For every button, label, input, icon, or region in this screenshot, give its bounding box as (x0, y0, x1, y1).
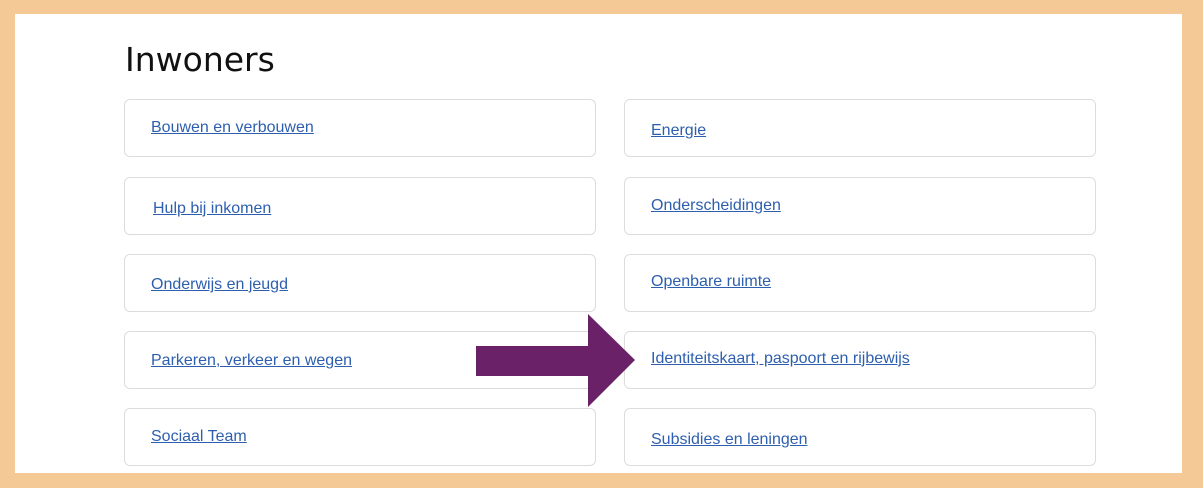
category-link[interactable]: Onderscheidingen (651, 197, 781, 215)
category-link[interactable]: Bouwen en verbouwen (151, 119, 314, 137)
category-card-energie[interactable]: Energie (624, 99, 1096, 157)
category-card-hulp-bij-inkomen[interactable]: Hulp bij inkomen (124, 177, 596, 235)
category-link[interactable]: Sociaal Team (151, 428, 247, 446)
category-card-sociaal-team[interactable]: Sociaal Team (124, 408, 596, 466)
category-card-identiteitskaart[interactable]: Identiteitskaart, paspoort en rijbewijs (624, 331, 1096, 389)
page-title: Inwoners (125, 40, 275, 79)
arrow-right-icon (476, 314, 635, 407)
category-link[interactable]: Openbare ruimte (651, 273, 771, 291)
category-card-subsidies[interactable]: Subsidies en leningen (624, 408, 1096, 466)
category-link[interactable]: Parkeren, verkeer en wegen (151, 352, 352, 370)
category-card-onderscheidingen[interactable]: Onderscheidingen (624, 177, 1096, 235)
category-card-onderwijs[interactable]: Onderwijs en jeugd (124, 254, 596, 312)
category-link[interactable]: Identiteitskaart, paspoort en rijbewijs (651, 350, 910, 368)
category-link[interactable]: Hulp bij inkomen (153, 200, 271, 218)
category-link[interactable]: Subsidies en leningen (651, 431, 808, 449)
category-link[interactable]: Energie (651, 122, 706, 140)
category-link[interactable]: Onderwijs en jeugd (151, 276, 288, 294)
category-card-bouwen[interactable]: Bouwen en verbouwen (124, 99, 596, 157)
category-card-openbare-ruimte[interactable]: Openbare ruimte (624, 254, 1096, 312)
